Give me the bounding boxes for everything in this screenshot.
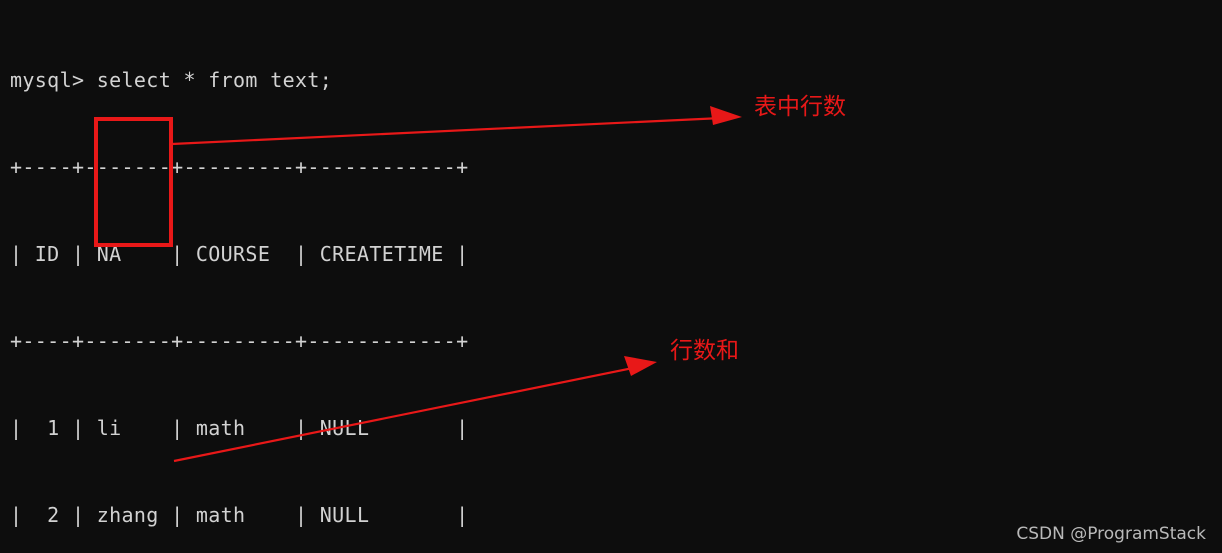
terminal-output[interactable]: mysql> select * from text; +----+-------… bbox=[10, 8, 710, 553]
terminal-line: +----+-------+---------+------------+ bbox=[10, 155, 469, 179]
annotation-label-rows: 表中行数 bbox=[754, 94, 846, 120]
terminal-line: mysql> select * from text; bbox=[10, 68, 333, 92]
annotation-label-count: 行数和 bbox=[670, 338, 739, 364]
terminal-line: +----+-------+---------+------------+ bbox=[10, 329, 469, 353]
terminal-line: | ID | NA | COURSE | CREATETIME | bbox=[10, 242, 469, 266]
annotation-arrow-rows-head bbox=[710, 106, 742, 125]
watermark: CSDN @ProgramStack bbox=[1016, 524, 1206, 544]
terminal-screen: mysql> select * from text; +----+-------… bbox=[0, 0, 1222, 553]
terminal-line: | 1 | li | math | NULL | bbox=[10, 416, 469, 440]
terminal-line: | 2 | zhang | math | NULL | bbox=[10, 503, 469, 527]
